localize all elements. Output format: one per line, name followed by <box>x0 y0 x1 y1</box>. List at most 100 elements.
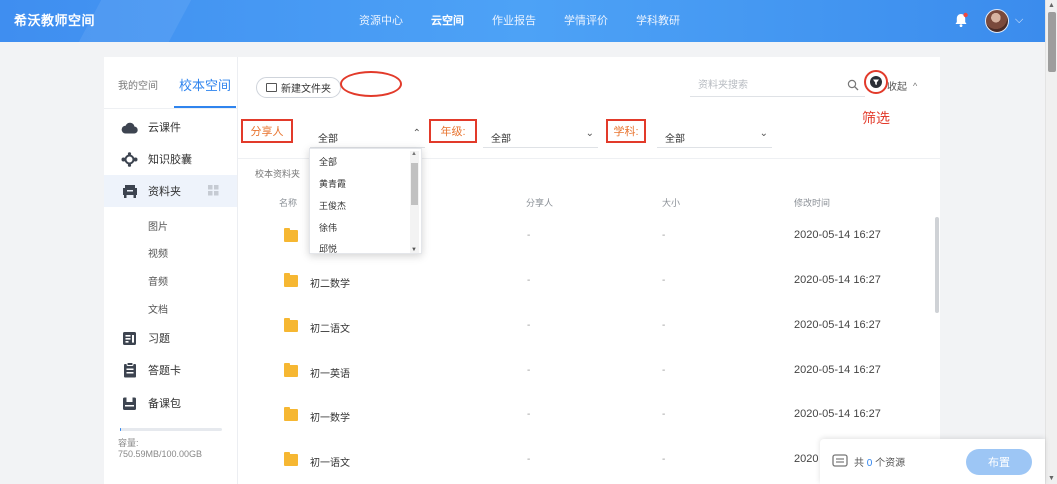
dropdown-option[interactable]: 黄青霞 <box>319 177 346 190</box>
breadcrumb[interactable]: 校本资料夹 <box>255 167 300 180</box>
sidebar-item-exercises[interactable]: 习题 <box>104 322 237 354</box>
sidebar-item-label: 资料夹 <box>148 186 181 198</box>
row-sharer: - <box>527 230 531 241</box>
capacity-value: 750.59MB/100.00GB <box>118 449 203 459</box>
dropdown-option[interactable]: 徐伟 <box>319 221 337 234</box>
dropdown-option[interactable]: 王俊杰 <box>319 199 346 212</box>
sidebar-item-label: 答题卡 <box>148 365 181 377</box>
column-header-size[interactable]: 大小 <box>662 196 680 209</box>
sidebar-item-resource-folder[interactable]: 资料夹 <box>104 175 237 207</box>
scroll-down-arrow-icon[interactable]: ▼ <box>1048 475 1055 482</box>
sidebar-item-lesson-pack[interactable]: 备课包 <box>104 387 237 419</box>
chevron-down-icon[interactable]: ⌵ <box>1015 14 1023 27</box>
nav-resource-center[interactable]: 资源中心 <box>359 0 403 42</box>
brand-logo-text[interactable]: 希沃教师空间 <box>14 0 95 42</box>
search-box <box>690 74 865 97</box>
nav-learning-evaluation[interactable]: 学情评价 <box>564 0 608 42</box>
row-name: 初一语文 <box>310 458 350 469</box>
folder-stack-icon <box>121 183 138 200</box>
row-sharer: - <box>527 365 531 376</box>
row-size: - <box>662 275 666 286</box>
table-row[interactable]: 初一英语 - - 2020-05-14 16:27 <box>238 350 940 394</box>
nav-subject-research[interactable]: 学科教研 <box>636 0 680 42</box>
search-highlight-annotation <box>340 71 402 97</box>
scrollbar-thumb[interactable] <box>1048 12 1056 72</box>
dropdown-scrollbar[interactable]: ▲ ▼ <box>410 151 419 253</box>
table-row[interactable]: 初二语文 - - 2020-05-14 16:27 <box>238 305 940 349</box>
new-folder-button[interactable]: 新建文件夹 <box>256 77 341 98</box>
row-size: - <box>662 409 666 420</box>
row-time: 2020-05-14 16:27 <box>794 364 881 376</box>
filter-funnel-icon <box>870 76 882 88</box>
brand-decoration <box>78 0 192 42</box>
main-nav: 资源中心 云空间 作业报告 学情评价 学科教研 <box>359 0 708 42</box>
nav-cloud-space[interactable]: 云空间 <box>431 0 464 42</box>
bell-icon[interactable] <box>953 12 969 28</box>
row-size: - <box>662 320 666 331</box>
search-input[interactable] <box>698 77 838 94</box>
tab-my-space[interactable]: 我的空间 <box>118 77 158 92</box>
dropdown-option[interactable]: 全部 <box>319 155 337 168</box>
row-sharer: - <box>527 320 531 331</box>
sharer-dropdown: 全部 黄青霞 王俊杰 徐伟 邱悦 ▲ ▼ <box>309 148 422 254</box>
collapse-label: 收起 <box>887 82 907 93</box>
row-time: 2020 <box>794 453 819 465</box>
sidebar-item-answer-card[interactable]: 答题卡 <box>104 354 237 386</box>
table-row[interactable]: 初一数学 - - 2020-05-14 16:27 <box>238 394 940 438</box>
sidebar-subitem-images[interactable]: 图片 <box>148 218 168 233</box>
scroll-up-arrow-icon[interactable]: ▲ <box>411 151 417 157</box>
sidebar-subitem-audio[interactable]: 音频 <box>148 273 168 288</box>
sharer-select[interactable]: 全部 ⌃ <box>310 124 425 148</box>
sidebar-item-cloud-courseware[interactable]: 云课件 <box>104 111 237 143</box>
sidebar-subitem-documents[interactable]: 文档 <box>148 301 168 316</box>
row-time: 2020-05-14 16:27 <box>794 274 881 286</box>
table-row[interactable]: 初二数学 - - 2020-05-14 16:27 <box>238 260 940 304</box>
capacity-bar <box>120 428 222 431</box>
column-header-modified-time[interactable]: 修改时间 <box>794 196 830 209</box>
resource-basket-panel: 共 0 个资源 布置 <box>820 439 1045 484</box>
new-folder-icon <box>266 83 277 92</box>
column-header-name[interactable]: 名称 <box>279 196 297 209</box>
grade-select-value: 全部 <box>491 134 511 145</box>
resource-count-prefix: 共 <box>854 458 864 469</box>
page-scrollbar[interactable]: ▲ ▼ <box>1045 0 1057 484</box>
cloud-icon <box>121 119 138 136</box>
nav-homework-report[interactable]: 作业报告 <box>492 0 536 42</box>
sidebar-item-knowledge-capsule[interactable]: 知识胶囊 <box>104 143 237 175</box>
subject-select-value: 全部 <box>665 134 685 145</box>
scroll-up-arrow-icon[interactable]: ▲ <box>1048 2 1055 9</box>
row-name: 初二数学 <box>310 279 350 290</box>
resource-count-suffix: 个资源 <box>875 458 906 469</box>
dropdown-option[interactable]: 邱悦 <box>319 242 337 255</box>
row-name: 初二语文 <box>310 324 350 335</box>
user-avatar[interactable] <box>985 9 1009 33</box>
sidebar-item-label: 习题 <box>148 333 170 345</box>
grid-view-icon[interactable] <box>208 185 219 196</box>
exercise-icon <box>121 330 138 347</box>
scroll-down-arrow-icon[interactable]: ▼ <box>411 247 417 253</box>
folder-icon <box>284 228 298 242</box>
subject-select[interactable]: 全部 ⌄ <box>657 124 772 148</box>
sidebar-subitem-videos[interactable]: 视频 <box>148 245 168 260</box>
content-area: 新建文件夹 收起 ^ 筛选 分享人 全部 ⌃ 年级: <box>238 57 940 484</box>
resource-count-number: 0 <box>866 458 873 469</box>
grade-select[interactable]: 全部 ⌄ <box>483 124 598 148</box>
row-sharer: - <box>527 275 531 286</box>
dropdown-scrollbar-thumb[interactable] <box>411 163 418 205</box>
capacity-label: 容量: <box>118 438 139 448</box>
search-icon[interactable] <box>847 79 859 91</box>
column-header-sharer[interactable]: 分享人 <box>526 196 553 209</box>
table-scrollbar[interactable] <box>935 217 939 313</box>
chevron-down-icon: ⌄ <box>759 128 768 139</box>
chevron-up-icon: ⌃ <box>412 128 421 139</box>
row-time: 2020-05-14 16:27 <box>794 229 881 241</box>
basket-icon <box>832 454 848 467</box>
arrange-button[interactable]: 布置 <box>966 449 1032 475</box>
collapse-button[interactable]: 收起 ^ <box>887 78 917 94</box>
row-time: 2020-05-14 16:27 <box>794 408 881 420</box>
row-size: - <box>662 454 666 465</box>
filter-toggle-button[interactable] <box>864 70 888 94</box>
row-time: 2020-05-14 16:27 <box>794 319 881 331</box>
sidebar: 我的空间 校本空间 云课件 知识胶囊 资料夹 图片 视频 音频 文档 习题 答题… <box>104 57 238 484</box>
tab-school-space[interactable]: 校本空间 <box>179 75 231 94</box>
